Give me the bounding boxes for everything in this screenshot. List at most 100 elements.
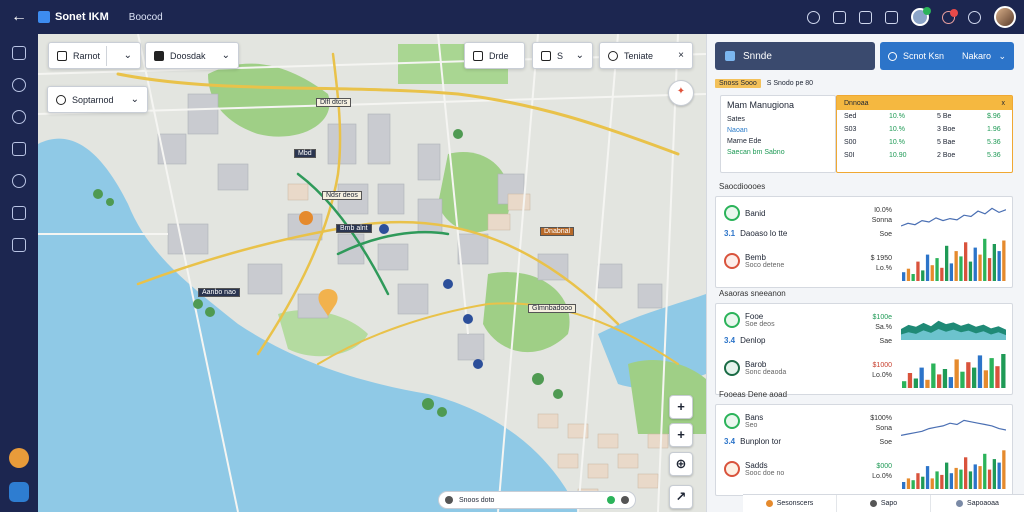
chart-bar [945, 245, 949, 281]
metric-sub: Soco detene [745, 262, 785, 269]
rotate-button[interactable]: + [669, 423, 693, 447]
metric-text: Bemb Soco detene [745, 253, 784, 269]
metric-row[interactable]: Barob Sonc deaoda [724, 360, 786, 376]
map-button-c[interactable]: Teniate × [599, 42, 693, 69]
metric-row[interactable]: 3.4 Denlop [724, 336, 765, 345]
search-icon [56, 94, 66, 105]
chart-bar [925, 379, 930, 388]
metric-sub: Sonc deaoda [745, 369, 787, 376]
metric-status-icon [724, 253, 740, 269]
map-button-a[interactable]: Drde [464, 42, 525, 69]
image-icon[interactable] [885, 10, 898, 24]
metric-value: $1000 [872, 362, 892, 369]
table-header: Dnnoaa x [837, 96, 1012, 110]
history-icon[interactable] [12, 110, 26, 124]
settings-icon[interactable] [807, 10, 820, 24]
map-label: Glmnbadooo [528, 304, 577, 313]
map-label: Ndsr deos [322, 191, 362, 200]
metric-row[interactable]: Bans Seo [724, 413, 763, 429]
app-title: Sonet IKM [55, 11, 109, 23]
panel-bottom-bar: Sesonscers Sapo Sapoaoaa [743, 494, 1024, 512]
metric-row[interactable]: 3.4 Bunplon tor [724, 437, 781, 446]
chart-bar [949, 473, 953, 489]
shield-icon[interactable] [9, 482, 29, 502]
metric-sub: Sooc doe no [745, 470, 785, 477]
table-row[interactable]: S00 10.% 5 Bae 5.36 [837, 136, 1012, 149]
metric-value: Sae [879, 338, 892, 345]
summary-line: Marne Ede [727, 138, 762, 145]
target-icon [608, 50, 618, 61]
metric-row[interactable]: Fooe Soe deos [724, 312, 775, 328]
chart-bar [906, 478, 911, 489]
metric-value-secondary: Sa.% [875, 324, 892, 331]
table-cell: $.96 [987, 113, 1001, 120]
compass-button[interactable]: ↗ [669, 485, 693, 509]
metric-row[interactable]: 3.1 Daoaso lo tte [724, 229, 787, 238]
chart-bar [964, 242, 968, 281]
table-cell: S03 [844, 126, 857, 133]
timer-icon[interactable] [12, 78, 26, 92]
document-icon[interactable] [12, 206, 26, 220]
table-row[interactable]: S0I 10.90 2 Boe 5.36 [837, 149, 1012, 162]
metric-status-icon [724, 205, 740, 221]
metric-row[interactable]: Bemb Soco detene [724, 253, 784, 269]
notification-icon[interactable] [942, 8, 958, 24]
report-icon[interactable] [12, 142, 26, 156]
app-logo-icon [38, 11, 50, 23]
building-icon[interactable] [12, 238, 26, 252]
map-label: Bmb alnt [336, 224, 372, 233]
globe-icon [888, 51, 897, 61]
metric-status-icon [724, 461, 740, 477]
chart-bar [931, 363, 936, 388]
online-dot-icon [607, 496, 615, 504]
chart-bar [968, 261, 973, 281]
panel-select-b[interactable]: Scnot Ksn Nakaro ⌄ [880, 42, 1014, 70]
metric-text: Denlop [740, 336, 765, 345]
metric-row[interactable]: Banid [724, 205, 765, 221]
view-select[interactable]: Doosdak ⌄ [145, 42, 239, 69]
table-row[interactable]: Sed 10.% 5 Be $.96 [837, 110, 1012, 123]
back-arrow-icon[interactable]: ← [0, 8, 38, 26]
map-view[interactable]: Rarnot ⌄ Doosdak ⌄ Soptarnod ⌄ Drde S ⌄ … [38, 34, 706, 512]
bottom-tab[interactable]: Sapo [837, 495, 931, 512]
chart-bar [968, 471, 973, 489]
metric-label: Banid [745, 208, 766, 218]
metric-row[interactable]: Sadds Sooc doe no [724, 461, 784, 477]
metric-label: Fooe [745, 312, 764, 321]
bottom-tab[interactable]: Sesonscers [743, 495, 837, 512]
metric-value-secondary: Lo.0% [872, 372, 892, 379]
table-cell: 5 Bae [937, 139, 956, 146]
locate-button[interactable]: ⊕ [669, 452, 693, 476]
summary-card-title: Mam Manugiona [727, 100, 795, 110]
map-search[interactable]: Soptarnod ⌄ [47, 86, 148, 113]
metric-label: Sadds [745, 461, 768, 470]
view-icon [154, 50, 164, 61]
chart-bar [973, 464, 977, 489]
close-icon[interactable]: x [1002, 100, 1006, 107]
user-avatar[interactable] [994, 6, 1016, 28]
map-button-b[interactable]: S ⌄ [532, 42, 593, 69]
profile-badge-icon[interactable] [9, 448, 29, 468]
tab-dot-icon [956, 500, 964, 507]
layer-select[interactable]: Rarnot ⌄ [48, 42, 141, 69]
chart-bar [992, 244, 996, 281]
network-icon[interactable] [12, 174, 26, 188]
left-sidebar [0, 34, 38, 512]
user-status-avatar[interactable] [911, 7, 931, 26]
tag-badge[interactable]: Snoss Sooo [715, 79, 761, 88]
clock-icon[interactable] [968, 10, 981, 24]
metric-label: Barob [745, 360, 767, 369]
bottom-tab[interactable]: Sapoaoaa [931, 495, 1024, 512]
metric-value: $ 1950 [870, 255, 892, 262]
metric-number: 3.4 [724, 336, 736, 345]
lock-icon[interactable] [833, 10, 846, 24]
google-maps-icon[interactable]: ✦ [668, 80, 694, 106]
map-label: Aanbo nao [198, 288, 240, 297]
metric-text: Fooe Soe deos [745, 312, 775, 328]
chart-icon[interactable] [12, 46, 26, 60]
panel-select-a[interactable]: Snnde [715, 42, 875, 70]
table-row[interactable]: S03 10.% 3 Boe 1.96 [837, 123, 1012, 136]
display-icon[interactable] [859, 10, 872, 24]
chevron-down-icon: ⌄ [575, 50, 584, 61]
zoom-in-button[interactable]: + [669, 395, 693, 419]
